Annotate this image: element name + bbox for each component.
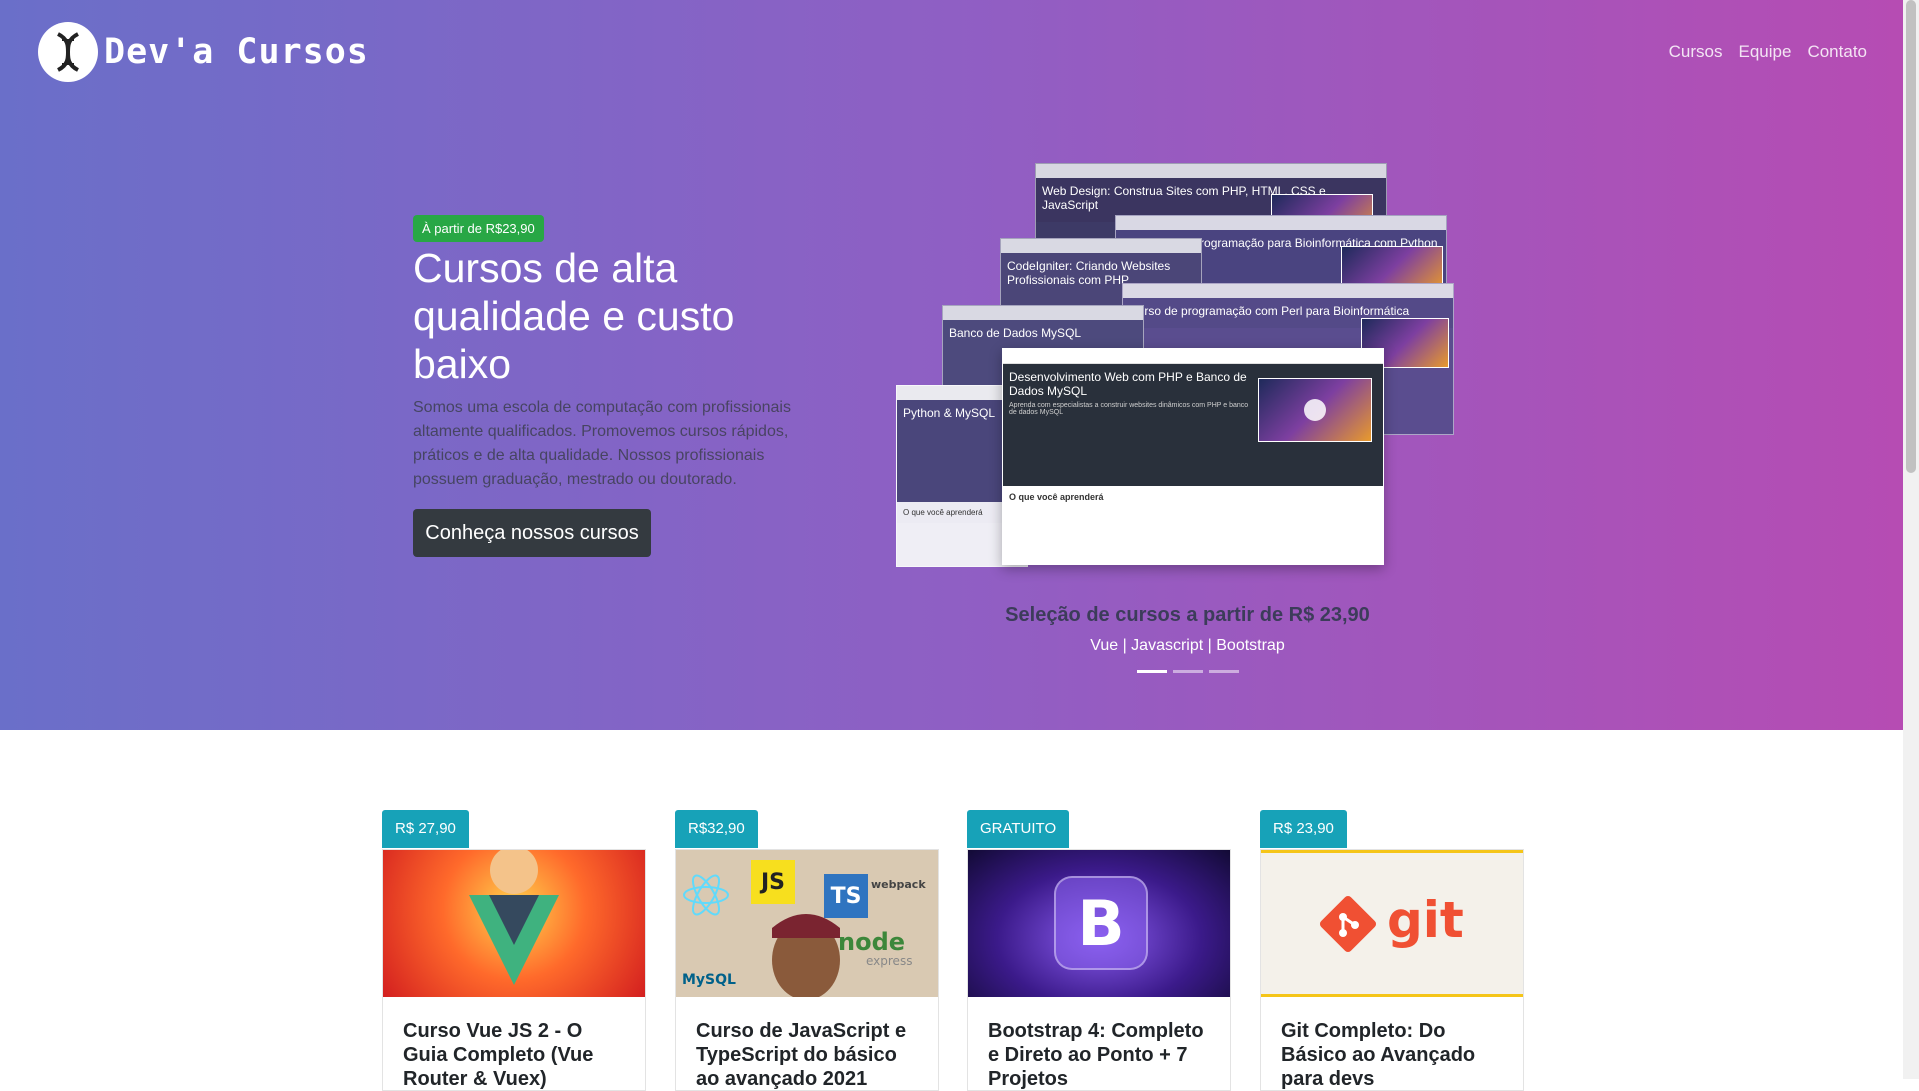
git-wordmark: git [1387,891,1464,949]
screenshot-title: Desenvolvimento Web com PHP e Banco de D… [1009,370,1247,398]
bootstrap-logo: B [1054,876,1148,970]
play-icon [1304,399,1326,421]
carousel-indicators [1137,670,1239,673]
hero-title: Cursos de alta qualidade e custo baixo [413,245,735,387]
nav-link-contato[interactable]: Contato [1807,42,1867,62]
page-scrollbar[interactable] [1903,0,1919,1079]
carousel-caption-subtitle: Vue | Javascript | Bootstrap [1090,637,1285,654]
course-card[interactable]: Curso Vue JS 2 - O Guia Completo (Vue Ro… [382,849,646,1091]
hero-description: Somos uma escola de computação com profi… [413,399,791,488]
dna-icon [38,22,98,82]
course-title[interactable]: Bootstrap 4: Completo e Direto ao Ponto … [968,997,1230,1090]
nav-link-cursos[interactable]: Cursos [1669,42,1723,62]
course-price-badge: R$32,90 [675,810,758,848]
scrollbar-thumb[interactable] [1906,0,1916,473]
course-card[interactable]: B Bootstrap 4: Completo e Direto ao Pont… [967,849,1231,1091]
course-image: git [1261,850,1523,997]
main-nav: Cursos Equipe Contato [1669,42,1867,62]
course-title[interactable]: Curso Vue JS 2 - O Guia Completo (Vue Ro… [383,997,645,1090]
brand-name: Dev'a Cursos [104,32,369,72]
course-price-badge: R$ 23,90 [1260,810,1347,848]
carousel-indicator[interactable] [1209,670,1239,673]
course-card[interactable]: git Git Completo: Do Básico ao Avançado … [1260,849,1524,1091]
course-card[interactable]: JS TS webpack node express MySQL Curso d… [675,849,939,1091]
course-image: B [968,850,1230,997]
course-image: JS TS webpack node express MySQL [676,850,938,997]
screenshot-title: Banco de Dados MySQL [949,326,1082,340]
course-title[interactable]: Git Completo: Do Básico ao Avançado para… [1261,997,1523,1090]
git-logo [1319,895,1377,953]
course-image [383,850,645,997]
course-title[interactable]: Curso de JavaScript e TypeScript do bási… [676,997,938,1090]
price-badge: À partir de R$23,90 [413,215,544,242]
course-price-badge: R$ 27,90 [382,810,469,848]
brand-logo[interactable]: Dev'a Cursos [38,22,369,82]
screenshot-subtitle: Aprenda com especialistas a construir we… [1009,402,1249,416]
carousel-caption-title: Seleção de cursos a partir de R$ 23,90 [1005,604,1370,626]
video-thumbnail [1258,378,1372,442]
carousel-indicator[interactable] [1137,670,1167,673]
carousel-front-screenshot: Desenvolvimento Web com PHP e Banco de D… [1002,348,1384,565]
course-price-badge: GRATUITO [967,810,1070,848]
learn-heading: O que você aprenderá [1009,492,1104,502]
nav-link-equipe[interactable]: Equipe [1739,42,1792,62]
screenshot-title: Curso de programação com Perl para Bioin… [1129,304,1410,318]
carousel-indicator[interactable] [1173,670,1203,673]
courses-cta-button[interactable]: Conheça nossos cursos [413,509,651,557]
course-carousel[interactable]: Web Design: Construa Sites com PHP, HTML… [890,163,1454,573]
